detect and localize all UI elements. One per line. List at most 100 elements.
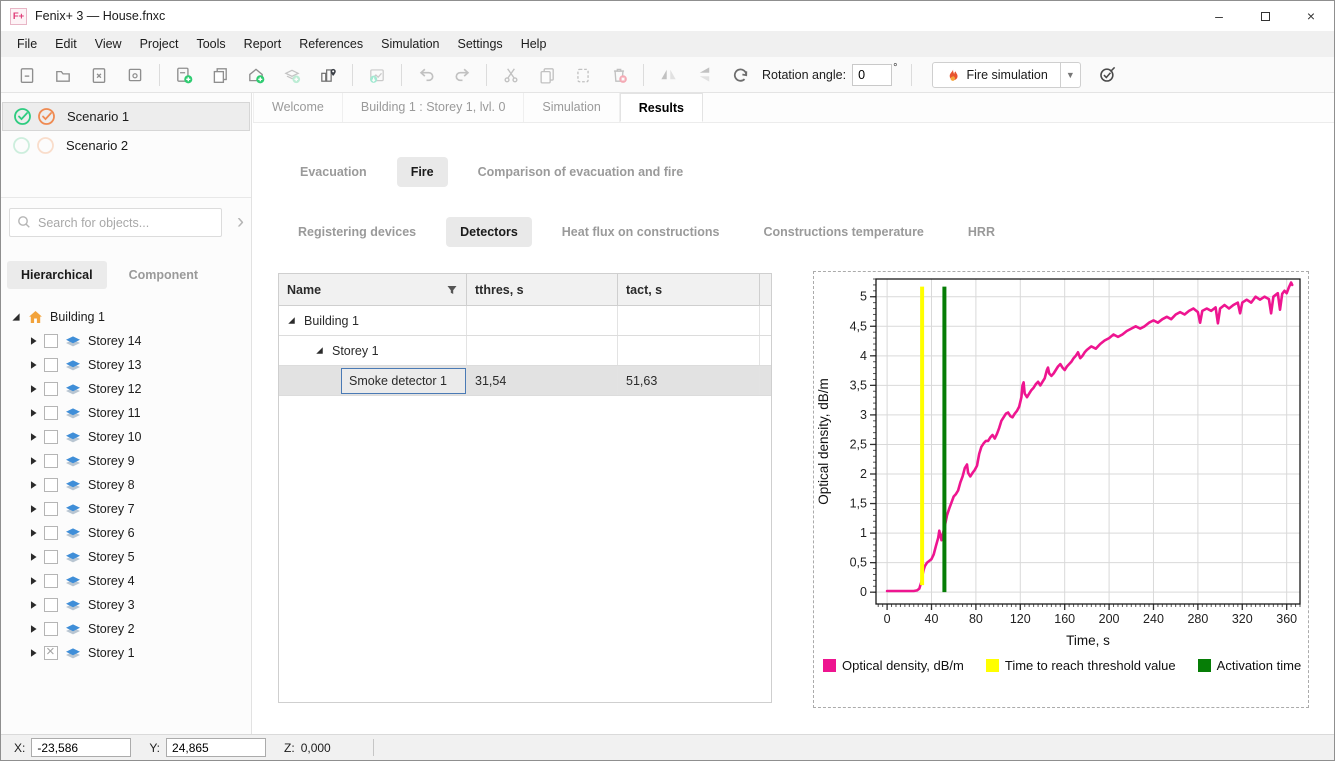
new-file-icon[interactable] [12, 61, 42, 89]
maximize-button[interactable] [1242, 1, 1288, 31]
visibility-checkbox[interactable] [44, 574, 58, 588]
undo-icon[interactable] [411, 61, 441, 89]
open-file-icon[interactable] [48, 61, 78, 89]
tree-item-storey[interactable]: Storey 6 [1, 521, 251, 545]
table-row-storey[interactable]: Storey 1 [279, 336, 771, 366]
expander-closed-icon[interactable] [29, 456, 38, 466]
y-coordinate-input[interactable] [166, 738, 266, 757]
fire-simulation-dropdown[interactable]: ▼ [1061, 62, 1081, 88]
search-input[interactable] [9, 208, 222, 237]
selected-cell[interactable]: Smoke detector 1 [341, 368, 466, 394]
rotation-angle-input[interactable] [852, 64, 892, 86]
visibility-checkbox[interactable] [44, 454, 58, 468]
tab-heat-flux[interactable]: Heat flux on constructions [548, 217, 734, 247]
visibility-checkbox[interactable] [44, 526, 58, 540]
cut-icon[interactable] [496, 61, 526, 89]
scenario-item-2[interactable]: Scenario 2 [2, 131, 250, 160]
visibility-checkbox[interactable] [44, 598, 58, 612]
place-devices-icon[interactable] [313, 61, 343, 89]
rotate-icon[interactable] [725, 61, 755, 89]
visibility-checkbox[interactable] [44, 622, 58, 636]
column-header-tthres[interactable]: tthres, s [467, 274, 618, 305]
expander-closed-icon[interactable] [29, 504, 38, 514]
add-layer-icon[interactable] [277, 61, 307, 89]
copy-icon[interactable] [532, 61, 562, 89]
expander-closed-icon[interactable] [29, 384, 38, 394]
check-project-icon[interactable] [1093, 61, 1123, 89]
copy-scenario-icon[interactable] [205, 61, 235, 89]
visibility-checkbox[interactable] [44, 430, 58, 444]
menu-project[interactable]: Project [131, 33, 188, 55]
import-image-icon[interactable] [362, 61, 392, 89]
tab-detectors[interactable]: Detectors [446, 217, 532, 247]
tree-item-storey[interactable]: Storey 4 [1, 569, 251, 593]
column-header-tact[interactable]: tact, s [618, 274, 760, 305]
menu-help[interactable]: Help [512, 33, 556, 55]
filter-icon[interactable] [446, 284, 458, 296]
paste-icon[interactable] [568, 61, 598, 89]
tree-item-storey[interactable]: Storey 12 [1, 377, 251, 401]
tab-results[interactable]: Results [620, 93, 703, 122]
tab-fire[interactable]: Fire [397, 157, 448, 187]
flip-vertical-icon[interactable] [689, 61, 719, 89]
redo-icon[interactable] [447, 61, 477, 89]
tab-hrr[interactable]: HRR [954, 217, 1009, 247]
visibility-checkbox[interactable] [44, 406, 58, 420]
column-header-name[interactable]: Name [279, 274, 467, 305]
expander-closed-icon[interactable] [29, 600, 38, 610]
tree-item-storey[interactable]: Storey 5 [1, 545, 251, 569]
tree-item-storey[interactable]: Storey 14 [1, 329, 251, 353]
flip-horizontal-icon[interactable] [653, 61, 683, 89]
visibility-checkbox[interactable] [44, 502, 58, 516]
tab-component[interactable]: Component [115, 261, 212, 289]
tree-item-storey[interactable]: Storey 9 [1, 449, 251, 473]
expander-closed-icon[interactable] [29, 360, 38, 370]
menu-report[interactable]: Report [235, 33, 291, 55]
tree-item-storey[interactable]: Storey 8 [1, 473, 251, 497]
tab-comparison[interactable]: Comparison of evacuation and fire [464, 157, 698, 187]
minimize-button[interactable]: – [1196, 1, 1242, 31]
tree-item-storey[interactable]: Storey 13 [1, 353, 251, 377]
add-scenario-icon[interactable] [169, 61, 199, 89]
expander-closed-icon[interactable] [29, 624, 38, 634]
tree-item-storey[interactable]: Storey 1 [1, 641, 251, 665]
expander-closed-icon[interactable] [29, 552, 38, 562]
tree-item-storey[interactable]: Storey 2 [1, 617, 251, 641]
expander-closed-icon[interactable] [29, 432, 38, 442]
table-row-building[interactable]: Building 1 [279, 306, 771, 336]
tab-constructions-temperature[interactable]: Constructions temperature [749, 217, 937, 247]
x-coordinate-input[interactable] [31, 738, 131, 757]
close-file-icon[interactable] [84, 61, 114, 89]
search-expand-chevron[interactable]: › [237, 209, 244, 235]
expander-closed-icon[interactable] [29, 528, 38, 538]
tree-item-storey[interactable]: Storey 3 [1, 593, 251, 617]
visibility-checkbox[interactable] [44, 334, 58, 348]
scenario-item-1[interactable]: Scenario 1 [2, 102, 250, 131]
table-row-smoke-detector[interactable]: Smoke detector 1 31,54 51,63 [279, 366, 771, 396]
visibility-checkbox[interactable] [44, 358, 58, 372]
visibility-checkbox[interactable] [44, 478, 58, 492]
menu-simulation[interactable]: Simulation [372, 33, 448, 55]
menu-edit[interactable]: Edit [46, 33, 86, 55]
close-button[interactable]: × [1288, 1, 1334, 31]
menu-file[interactable]: File [8, 33, 46, 55]
add-building-icon[interactable] [241, 61, 271, 89]
delete-icon[interactable] [604, 61, 634, 89]
menu-view[interactable]: View [86, 33, 131, 55]
expander-closed-icon[interactable] [29, 336, 38, 346]
expander-open-icon[interactable] [287, 316, 296, 325]
tab-evacuation[interactable]: Evacuation [286, 157, 381, 187]
save-file-icon[interactable] [120, 61, 150, 89]
tree-item-storey[interactable]: Storey 10 [1, 425, 251, 449]
tree-item-building[interactable]: Building 1 [1, 305, 251, 329]
expander-closed-icon[interactable] [29, 408, 38, 418]
expander-closed-icon[interactable] [29, 480, 38, 490]
tab-simulation[interactable]: Simulation [524, 93, 619, 122]
tree-item-storey[interactable]: Storey 11 [1, 401, 251, 425]
tab-building-storey[interactable]: Building 1 : Storey 1, lvl. 0 [343, 93, 525, 122]
tab-hierarchical[interactable]: Hierarchical [7, 261, 107, 289]
expander-closed-icon[interactable] [29, 648, 38, 658]
visibility-checkbox[interactable] [44, 550, 58, 564]
menu-settings[interactable]: Settings [449, 33, 512, 55]
expander-closed-icon[interactable] [29, 576, 38, 586]
